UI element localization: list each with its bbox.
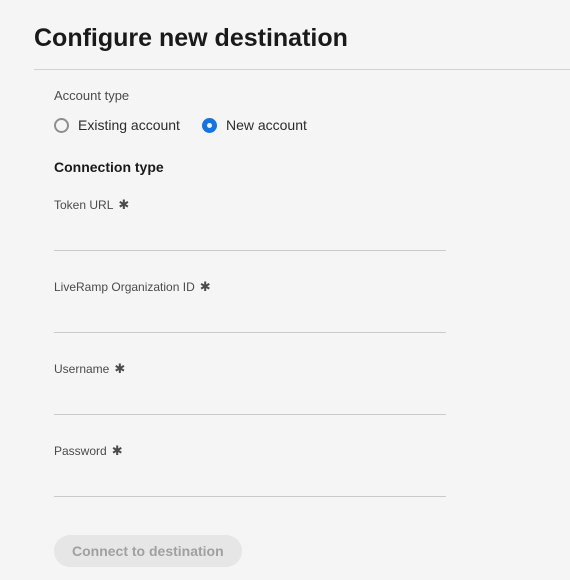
- token-url-label: Token URL ✱: [54, 197, 536, 213]
- title-divider: [34, 69, 570, 70]
- radio-checked-icon: [202, 118, 217, 133]
- password-label-text: Password: [54, 444, 107, 458]
- username-input[interactable]: [54, 383, 446, 415]
- password-label: Password ✱: [54, 443, 536, 459]
- token-url-input[interactable]: [54, 219, 446, 251]
- required-icon: ✱: [114, 361, 125, 377]
- account-type-radio-group: Existing account New account: [34, 117, 536, 133]
- required-icon: ✱: [112, 443, 123, 459]
- liveramp-org-id-field: LiveRamp Organization ID ✱: [34, 279, 536, 333]
- account-type-label: Account type: [34, 88, 536, 103]
- radio-existing-account[interactable]: Existing account: [54, 117, 180, 133]
- radio-new-label: New account: [226, 117, 307, 133]
- radio-unchecked-icon: [54, 118, 69, 133]
- liveramp-org-id-label: LiveRamp Organization ID ✱: [54, 279, 536, 295]
- token-url-label-text: Token URL: [54, 198, 113, 212]
- password-field: Password ✱: [34, 443, 536, 497]
- username-label: Username ✱: [54, 361, 536, 377]
- username-label-text: Username: [54, 362, 109, 376]
- liveramp-org-id-label-text: LiveRamp Organization ID: [54, 280, 195, 294]
- required-icon: ✱: [118, 197, 129, 213]
- page-title: Configure new destination: [34, 24, 536, 53]
- liveramp-org-id-input[interactable]: [54, 301, 446, 333]
- username-field: Username ✱: [34, 361, 536, 415]
- connection-type-title: Connection type: [34, 159, 536, 175]
- required-icon: ✱: [200, 279, 211, 295]
- connect-button[interactable]: Connect to destination: [54, 535, 242, 567]
- radio-new-account[interactable]: New account: [202, 117, 307, 133]
- token-url-field: Token URL ✱: [34, 197, 536, 251]
- radio-existing-label: Existing account: [78, 117, 180, 133]
- password-input[interactable]: [54, 465, 446, 497]
